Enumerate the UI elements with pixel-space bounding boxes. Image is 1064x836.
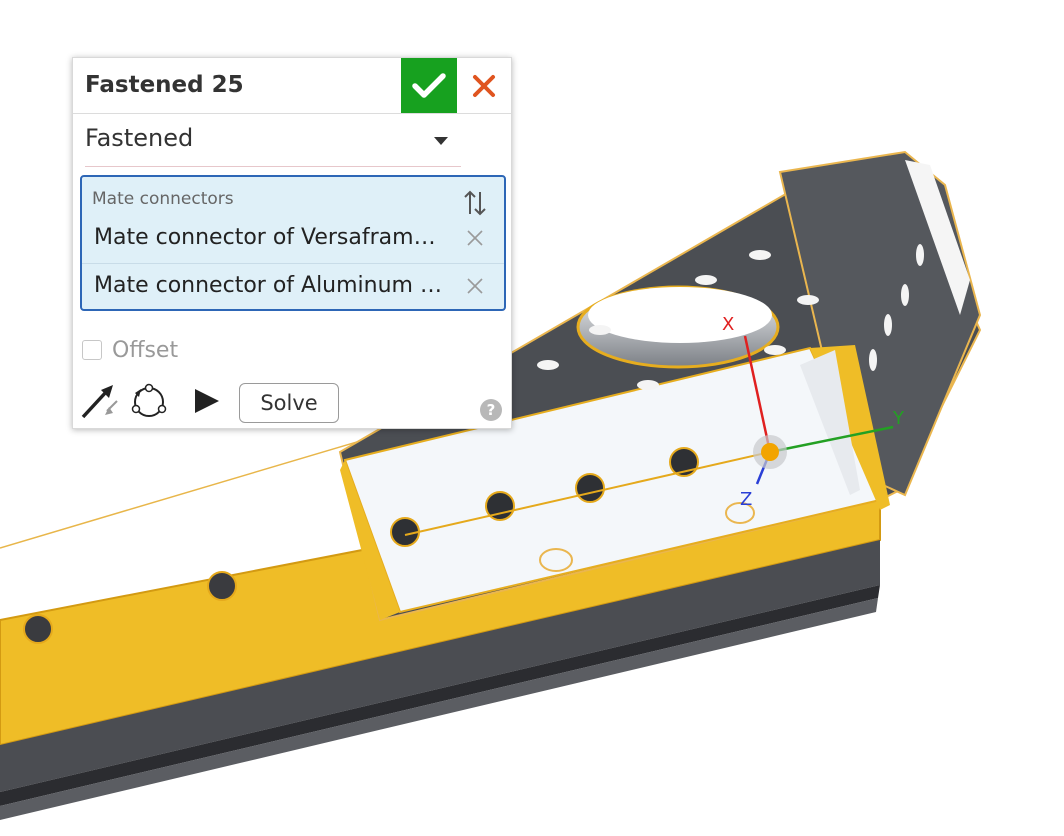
query-item[interactable]: Mate connector of Aluminum …: [82, 265, 504, 311]
close-icon: [473, 74, 495, 97]
triad-z-label: Z: [740, 489, 752, 510]
mate-type-value: Fastened: [85, 124, 194, 152]
remove-icon[interactable]: [464, 227, 486, 249]
remove-icon[interactable]: [464, 275, 486, 297]
offset-checkbox-box[interactable]: [82, 340, 102, 360]
help-icon[interactable]: ?: [479, 398, 503, 422]
mount-hole: [749, 250, 771, 260]
mate-connectors-query[interactable]: Mate connectors Mate connector of Versaf…: [80, 175, 506, 311]
triad-x-label: X: [722, 314, 734, 335]
channel-hole: [575, 473, 605, 503]
query-item-label: Mate connector of Versafram…: [94, 225, 436, 250]
mount-hole: [589, 325, 611, 335]
mount-hole: [884, 314, 892, 336]
accept-button[interactable]: [401, 58, 457, 113]
triad-y-label: Y: [892, 408, 905, 429]
check-icon: [412, 72, 446, 98]
primary-axis-icon[interactable]: [79, 381, 119, 421]
beam-hole: [23, 614, 53, 644]
query-item[interactable]: Mate connector of Versafram…: [82, 217, 504, 264]
svg-text:?: ?: [487, 401, 496, 419]
solve-button[interactable]: Solve: [239, 383, 339, 423]
mount-hole: [797, 295, 819, 305]
flip-order-icon[interactable]: [462, 189, 488, 217]
chevron-down-icon: [434, 137, 448, 145]
dialog-header: Fastened 25: [73, 58, 511, 114]
offset-label: Offset: [112, 338, 179, 363]
mate-type-select[interactable]: Fastened: [85, 124, 461, 167]
mount-hole: [537, 360, 559, 370]
fastened-mate-dialog: Fastened 25 Fastened Mate connectors Mat…: [72, 57, 512, 429]
query-label: Mate connectors: [92, 189, 234, 209]
rotate-axis-icon[interactable]: [129, 381, 169, 421]
dialog-title: Fastened 25: [85, 72, 244, 98]
cancel-button[interactable]: [457, 58, 511, 113]
mount-hole: [916, 244, 924, 266]
beam-hole: [207, 571, 237, 601]
mount-hole: [764, 345, 786, 355]
mount-hole: [695, 275, 717, 285]
query-item-label: Mate connector of Aluminum …: [94, 273, 442, 298]
mount-hole: [637, 380, 659, 390]
mount-hole: [869, 349, 877, 371]
mount-hole: [901, 284, 909, 306]
play-animate-icon[interactable]: [187, 381, 227, 421]
